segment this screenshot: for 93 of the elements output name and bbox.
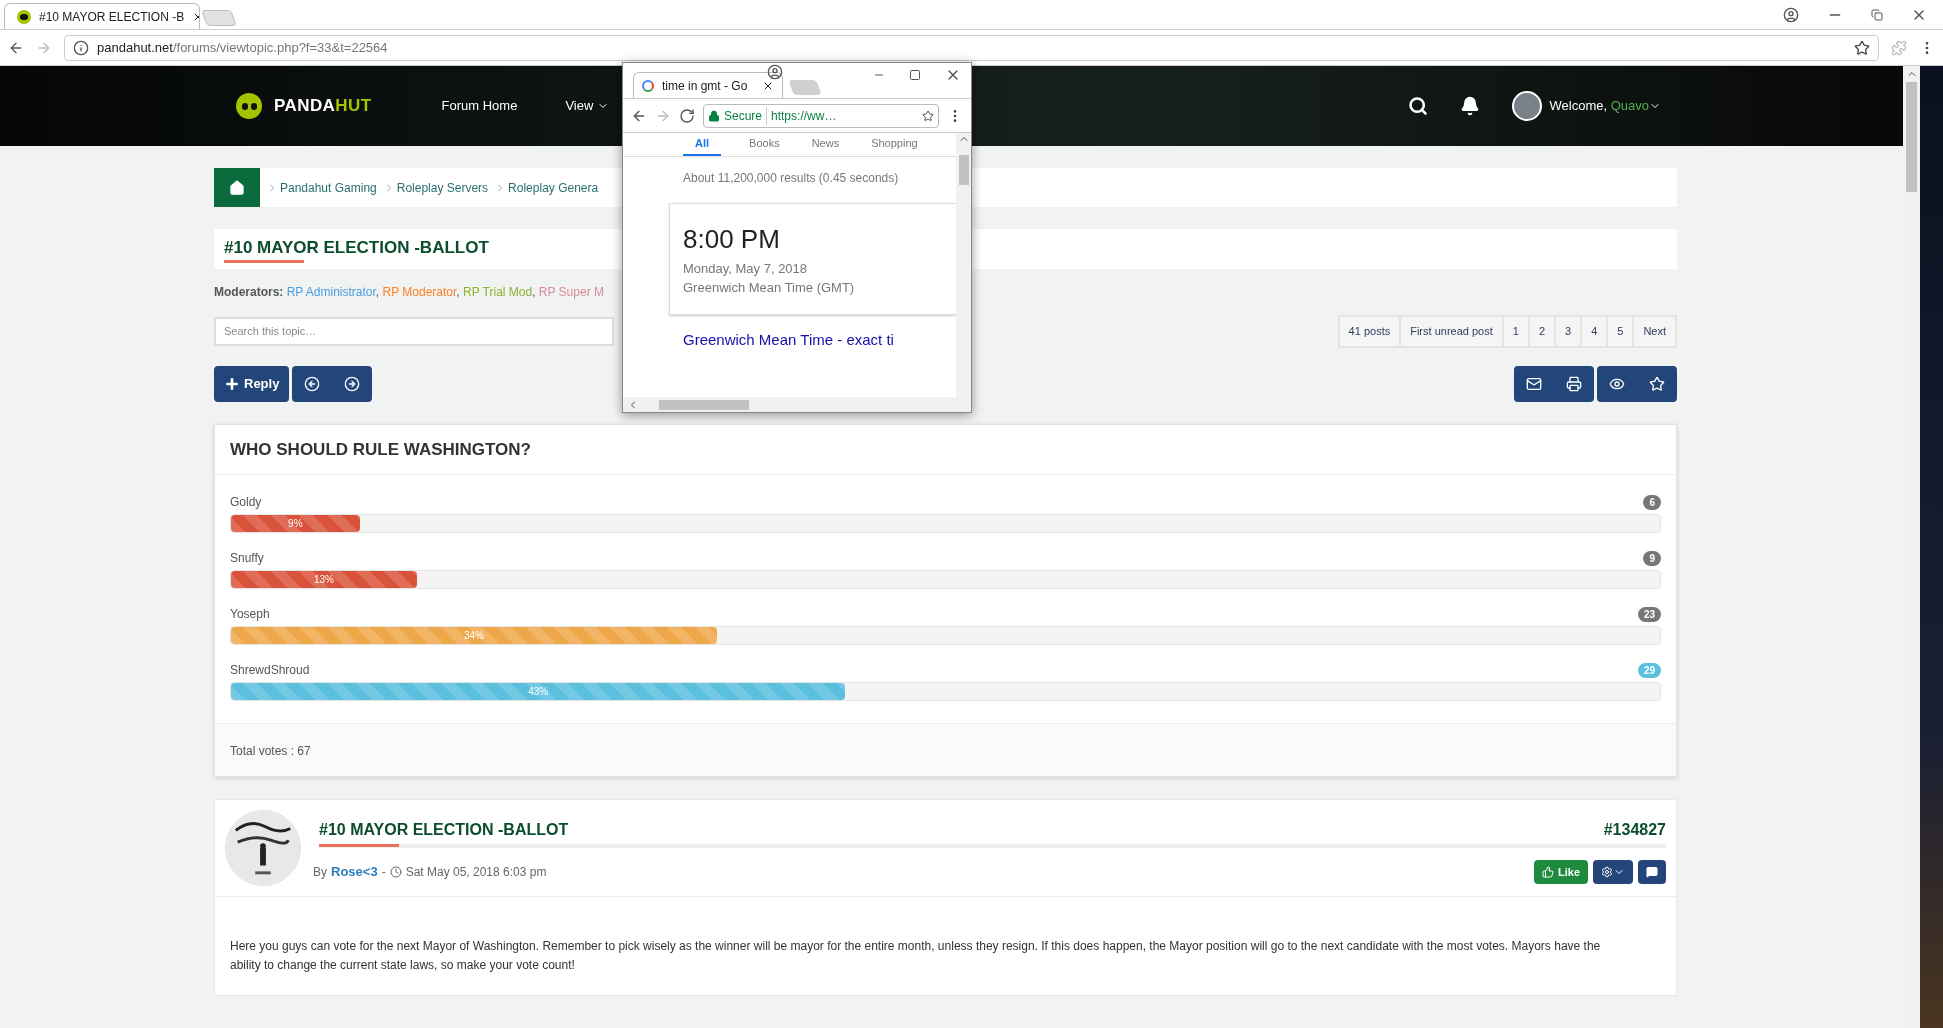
pagination-link[interactable]: 4 (1580, 317, 1607, 346)
timezone-text: Greenwich Mean Time (GMT) (683, 279, 856, 297)
percent-label: 43% (528, 685, 549, 699)
percent-label: 13% (313, 573, 334, 587)
printer-icon[interactable] (1566, 375, 1582, 392)
thumbs-up-icon (1542, 866, 1554, 878)
search-tab[interactable]: News (807, 133, 844, 156)
home-button[interactable] (214, 168, 260, 207)
vote-count: 6 (1643, 494, 1661, 510)
scrollbar-thumb[interactable] (958, 155, 969, 185)
address-bar[interactable]: pandahut.net/forums/viewtopic.php?f=33&t=22564 (64, 34, 1879, 61)
search-icon[interactable] (1407, 96, 1428, 116)
clock-icon (389, 866, 402, 878)
next-icon[interactable] (344, 375, 361, 392)
search-tab[interactable]: All (683, 133, 722, 156)
gear-icon (1601, 866, 1613, 878)
by-label: By (313, 864, 327, 881)
pagination-link[interactable]: 1 (1501, 317, 1528, 346)
address-bar[interactable]: Secure https://ww… (703, 103, 939, 128)
pagination-link[interactable]: 3 (1554, 317, 1581, 346)
vote-count: 23 (1637, 606, 1661, 622)
home-icon (229, 179, 245, 196)
search-tab[interactable]: Books (745, 133, 784, 156)
pagination-link[interactable]: 41 posts (1339, 317, 1400, 346)
browser-tab[interactable]: time in gmt - Go (633, 72, 783, 98)
breadcrumb-link[interactable]: Roleplay Servers (396, 178, 489, 197)
post-body: Here you guys can vote for the next Mayor of Washington. Remember to pick wisely as the winner will be mayor for the entire month, unless they resign. If this does happen, the Mayor position will go to the next candidate with the most votes. Mayors have the ability to change the current state laws, so make your vote count! (230, 938, 1602, 974)
star-icon[interactable] (922, 109, 934, 122)
percent-label: 9% (288, 517, 303, 531)
restore-icon[interactable] (1871, 8, 1883, 21)
panda-favicon-icon (17, 9, 31, 24)
nav-link[interactable]: Forum Home (441, 96, 518, 116)
topic-title: #10 MAYOR ELECTION -BALLOT (224, 236, 489, 259)
percent-label: 34% (463, 629, 484, 643)
tab-title: time in gmt - Go (662, 77, 748, 95)
option-name: Goldy (230, 494, 262, 511)
previous-icon[interactable] (304, 375, 321, 392)
avatar[interactable] (1511, 91, 1542, 121)
scrollbar-thumb[interactable] (659, 399, 749, 410)
profile-icon[interactable] (767, 64, 783, 80)
pagination-link[interactable]: 2 (1527, 317, 1554, 346)
reload-icon[interactable] (679, 107, 695, 124)
scrollbar[interactable] (1903, 66, 1920, 1028)
poll-title: WHO SHOULD RULE WASHINGTON? (230, 439, 531, 459)
results-count: About 11,200,000 results (0.45 seconds) (683, 169, 900, 187)
reply-button[interactable]: Reply (214, 365, 290, 402)
vote-count: 9 (1643, 550, 1661, 566)
secure-label: Secure (724, 106, 768, 125)
lock-icon (708, 109, 720, 122)
profile-icon[interactable] (1783, 6, 1799, 23)
total-votes: Total votes : 67 (230, 744, 311, 758)
mail-icon[interactable] (1526, 375, 1542, 392)
option-name: Snuffy (230, 550, 264, 567)
date-text: Monday, May 7, 2018 (683, 259, 809, 278)
settings-button[interactable] (1593, 860, 1633, 884)
option-name: ShrewdShroud (230, 662, 310, 679)
url-text: pandahut.net/forums/viewtopic.php?f=33&t=22564 (97, 38, 388, 57)
url-text: https://ww… (771, 107, 837, 125)
quote-button[interactable] (1638, 860, 1666, 884)
pagination-link[interactable]: Next (1632, 317, 1675, 346)
pagination-link[interactable]: 5 (1606, 317, 1633, 346)
speech-bubble-icon (1646, 866, 1658, 878)
nav-link[interactable]: View (565, 96, 610, 116)
separator: - (381, 864, 386, 881)
breadcrumb-link[interactable]: Roleplay Genera (508, 178, 599, 197)
like-button[interactable]: Like (1534, 860, 1588, 884)
search-field[interactable]: Search this topic… (214, 316, 614, 346)
tab-title: #10 MAYOR ELECTION -B (39, 8, 185, 26)
search-tab[interactable]: Shopping (867, 133, 922, 156)
option-name: Yoseph (230, 606, 270, 623)
vote-count: 29 (1637, 662, 1661, 678)
post-id[interactable]: #134827 (1603, 818, 1666, 842)
time-text: 8:00 PM (683, 222, 781, 256)
google-icon (642, 79, 654, 92)
moderators-line: Moderators: RP Administrator, RP Moderator, RP Trial Mod, RP Super M (214, 284, 604, 301)
info-icon (73, 39, 89, 56)
post-date: Sat May 05, 2018 6:03 pm (405, 864, 547, 881)
plus-icon (224, 375, 240, 392)
panda-logo-icon[interactable] (236, 93, 262, 119)
breadcrumb-link[interactable]: Pandahut Gaming (280, 178, 377, 197)
post-title[interactable]: #10 MAYOR ELECTION -BALLOT (319, 818, 569, 842)
star-icon[interactable] (1854, 39, 1870, 56)
maximize-icon[interactable] (909, 69, 921, 81)
author-link[interactable]: Rose<3 (331, 862, 378, 882)
browser-tab[interactable]: #10 MAYOR ELECTION -B (4, 3, 200, 29)
result-link[interactable]: Greenwich Mean Time - exact ti (683, 328, 956, 351)
bell-icon[interactable] (1459, 96, 1480, 116)
scrollbar-thumb[interactable] (1906, 82, 1917, 192)
welcome-text[interactable]: Welcome, Quavo (1549, 96, 1661, 116)
scrollbar[interactable] (956, 133, 971, 397)
scrollbar[interactable] (623, 397, 971, 412)
logo-text[interactable]: PANDAHUT (274, 93, 372, 119)
pagination-link[interactable]: First unread post (1399, 317, 1502, 346)
